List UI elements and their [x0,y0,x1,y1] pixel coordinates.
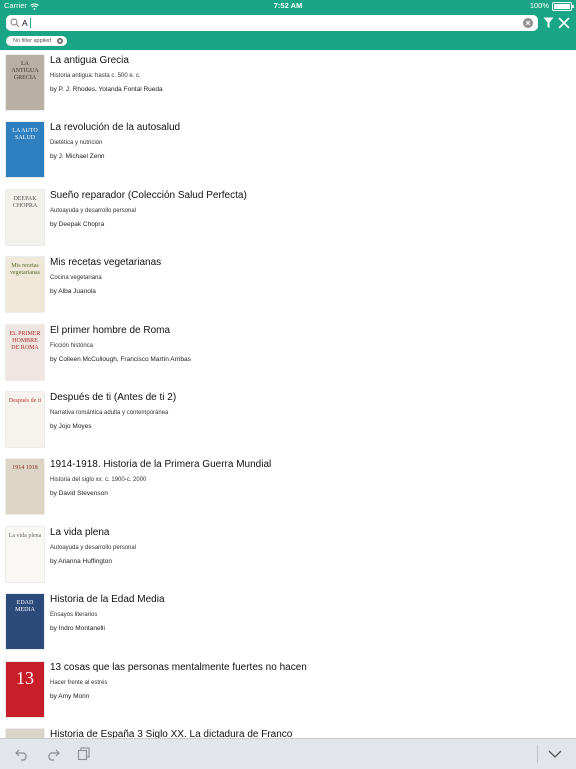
book-cover-image: EL PRIMER HOMBRE DE ROMA [6,324,44,380]
book-cover-image: LA ANTIGUA GRECIA [6,55,44,110]
book-row[interactable]: 13 13 cosas que las personas mentalmente … [0,657,576,724]
book-author: by Colleen McCullough, Francisco Martín … [50,355,191,363]
book-title[interactable]: Historia de la Edad Media [50,594,165,606]
text-cursor [30,18,31,28]
book-title[interactable]: La vida plena [50,527,110,539]
book-author: by J. Michael Zenn [50,153,105,161]
search-input[interactable]: A [6,15,538,31]
bottom-toolbar [0,738,576,769]
book-author: by Indro Montanelli [50,625,105,633]
book-cover-text: EDAD MEDIA [15,600,35,614]
app-header: Carrier 7:52 AM 100% A No filter applied [0,0,576,50]
book-category: Narrativa romántica adulta y contemporán… [50,410,169,416]
book-author: by Arianna Huffington [50,557,113,565]
redo-icon[interactable] [46,747,60,761]
book-row[interactable]: LA ANTIGUA GRECIA La antigua Grecia Histor… [0,50,576,117]
book-row[interactable]: Después de ti Después de ti (Antes de ti … [0,387,576,454]
book-title[interactable]: El primer hombre de Roma [50,325,170,337]
book-category: Historia antigua: hasta c. 500 e. c. [50,73,141,79]
toolbar-divider [537,745,538,763]
book-cover-image: Después de ti [6,392,44,447]
book-cover-image: EDAD MEDIA [6,594,44,650]
book-cover-image: LA AUTO SALUD [6,122,44,178]
filter-chip-label: No filter applied [13,38,52,44]
book-row[interactable]: 1914 1918 1914-1918. Historia de la Prime… [0,454,576,521]
remove-filter-icon[interactable] [57,38,64,44]
book-cover-text: DEEPAK CHOPRA [12,195,38,209]
book-title[interactable]: Historia de España 3 Siglo XX. La dictad… [50,729,292,738]
book-row[interactable]: LA AUTO SALUD La revolución de la autosal… [0,117,576,184]
book-author: by Deepak Chopra [50,220,105,228]
battery-icon [552,2,574,11]
book-title[interactable]: Mis recetas vegetarianas [50,257,161,269]
book-title[interactable]: 1914-1918. Historia de la Primera Guerra… [50,459,271,471]
book-category: Hacer frente al estrés [50,679,108,686]
book-row[interactable]: La vida plena La vida plena Autoayuda y de… [0,522,576,589]
book-cover-text: 13 [16,667,34,688]
results-list: LA ANTIGUA GRECIA La antigua Grecia Histor… [0,50,576,738]
book-row[interactable]: EL PRIMER HOMBRE DE ROMA El primer hombre… [0,320,576,387]
close-icon[interactable] [558,17,570,29]
book-cover-text: EL PRIMER HOMBRE DE ROMA [9,330,41,351]
search-value[interactable]: A [22,15,28,31]
book-category: Dietética y nutrición [50,140,103,147]
book-category: Autoayuda y desarrollo personal [50,207,137,214]
book-category: Ensayos literarios [50,612,98,619]
book-row[interactable]: EDAD MEDIA Historia de la Edad Media Ensay… [0,589,576,656]
book-category: Autoayuda y desarrollo personal [50,544,137,551]
book-cover-text: LA ANTIGUA GRECIA [11,61,39,81]
book-row[interactable]: Historia de España 3 Siglo XX. La dictad… [0,724,576,738]
book-row[interactable]: DEEPAK CHOPRA Sueño reparador (Colección … [0,185,576,252]
book-cover-text: Mis recetas vegetarianas [10,263,40,277]
book-author: by Alba Juanola [50,288,96,296]
undo-icon[interactable] [15,747,29,761]
book-title[interactable]: La antigua Grecia [50,55,129,67]
book-author: by P. J. Rhodes, Yolanda Fontal Rueda [50,86,163,93]
book-cover-image: DEEPAK CHOPRA [6,189,44,245]
book-author: by Amy Morin [50,692,90,700]
filter-chip[interactable]: No filter applied [6,36,68,46]
book-cover-text: La vida plena [8,532,42,539]
book-cover-image: Mis recetas vegetarianas [6,257,44,313]
book-cover-image: 13 [6,661,44,717]
book-title[interactable]: Después de ti (Antes de ti 2) [50,392,176,404]
status-bar: Carrier 7:52 AM 100% [0,0,576,12]
book-category: Historia del siglo xx: c. 1900-c. 2000 [50,477,147,484]
book-author: by Jojo Moyes [50,423,92,430]
book-row[interactable]: Mis recetas vegetarianas Mis recetas vege… [0,252,576,319]
book-cover-image: 1914 1918 [6,459,44,515]
clear-search-icon[interactable] [523,18,533,28]
copy-icon[interactable] [77,747,91,761]
book-title[interactable]: 13 cosas que las personas mentalmente fu… [50,662,307,674]
book-category: Cocina vegetariana [50,275,102,282]
book-cover-text: 1914 1918 [12,465,38,472]
book-category: Ficción histórica [50,342,94,349]
book-cover-text: Después de ti [8,398,42,404]
status-time: 7:52 AM [273,1,303,10]
filter-icon[interactable] [543,17,554,29]
book-title[interactable]: Sueño reparador (Colección Salud Perfect… [50,190,247,202]
book-cover-image [6,729,44,738]
book-title[interactable]: La revolución de la autosalud [50,122,180,134]
book-cover-text: LA AUTO SALUD [12,128,38,142]
battery-percent: 100% [529,1,549,10]
chevron-down-icon[interactable] [548,749,562,759]
book-cover-image: La vida plena [6,526,44,582]
search-icon [10,18,20,28]
book-author: by David Stevenson [50,490,108,498]
